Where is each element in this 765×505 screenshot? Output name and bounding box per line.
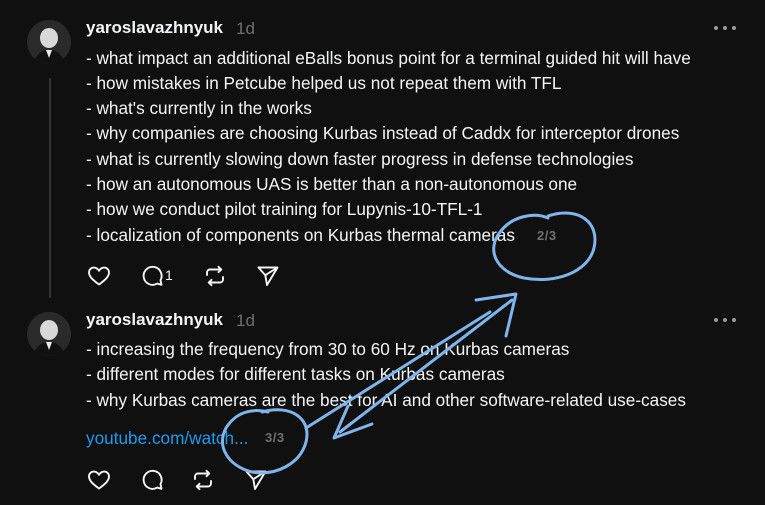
username[interactable]: yaroslavazhnyuk xyxy=(86,18,223,38)
post-text-line: - localization of components on Kurbas t… xyxy=(86,225,515,245)
thread-counter: 2/3 xyxy=(537,228,557,243)
annotation-arrow-head xyxy=(332,404,374,440)
reply-count: 1 xyxy=(165,267,173,283)
post-text-line: - why Kurbas cameras are the best for AI… xyxy=(86,390,686,410)
heart-icon[interactable] xyxy=(86,263,112,289)
avatar-image xyxy=(27,20,71,64)
post-text-line: - what's currently in the works xyxy=(86,98,312,118)
more-dots-icon[interactable] xyxy=(714,21,736,35)
post-text-line: - increasing the frequency from 30 to 60… xyxy=(86,339,570,359)
comment-icon[interactable] xyxy=(139,467,165,493)
post-text-line: - why companies are choosing Kurbas inst… xyxy=(86,123,680,143)
thread-view: yaroslavazhnyuk 1d - what impact an addi… xyxy=(0,0,765,505)
comment-icon[interactable] xyxy=(139,263,165,289)
avatar[interactable] xyxy=(27,312,71,356)
annotation-circle xyxy=(492,211,597,281)
post-text-line: - what is currently slowing down faster … xyxy=(86,149,634,169)
repost-icon[interactable] xyxy=(190,467,216,493)
repost-icon[interactable] xyxy=(202,263,228,289)
send-icon[interactable] xyxy=(255,263,281,289)
timestamp[interactable]: 1d xyxy=(236,311,255,331)
more-dots-icon[interactable] xyxy=(714,313,736,327)
timestamp[interactable]: 1d xyxy=(236,19,255,39)
post-text-line: - how mistakes in Petcube helped us not … xyxy=(86,73,562,93)
post-text-line: - how an autonomous UAS is better than a… xyxy=(86,174,578,194)
send-icon[interactable] xyxy=(243,467,269,493)
thread-connector-line xyxy=(49,78,51,298)
post-text-line: - what impact an additional eBalls bonus… xyxy=(86,48,691,68)
username[interactable]: yaroslavazhnyuk xyxy=(86,310,223,330)
post-text-line: - different modes for different tasks on… xyxy=(86,364,505,384)
heart-icon[interactable] xyxy=(86,467,112,493)
post-text-line: - how we conduct pilot training for Lupy… xyxy=(86,199,483,219)
avatar-image xyxy=(27,312,71,356)
avatar[interactable] xyxy=(27,20,71,64)
thread-counter: 3/3 xyxy=(265,430,285,445)
youtube-link[interactable]: youtube.com/watch... xyxy=(86,428,248,448)
annotation-arrow-head xyxy=(474,292,518,338)
